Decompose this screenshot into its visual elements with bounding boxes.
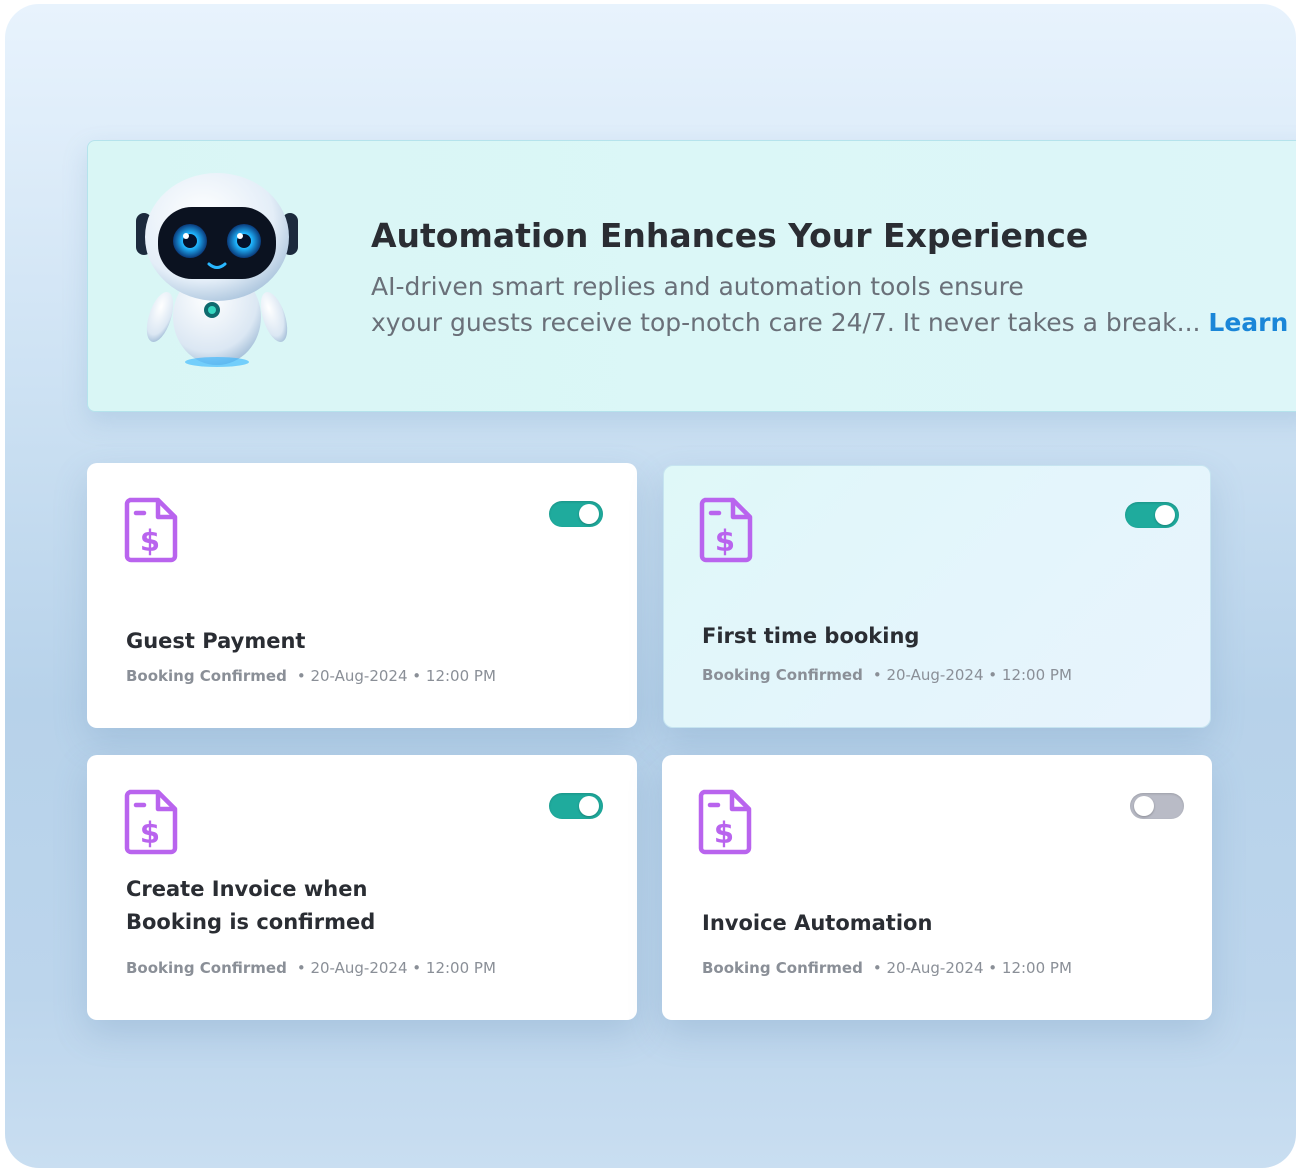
card-toggle[interactable] — [549, 501, 603, 527]
banner-description-text: xyour guests receive top-notch care 24/7… — [371, 308, 1201, 337]
svg-text:$: $ — [140, 524, 160, 558]
svg-text:$: $ — [715, 524, 735, 558]
automation-card-create-invoice[interactable]: $ Create Invoice when Booking is confirm… — [87, 755, 637, 1020]
automation-banner: Automation Enhances Your Experience AI-d… — [87, 140, 1296, 412]
card-toggle[interactable] — [549, 793, 603, 819]
banner-description-line-1: AI-driven smart replies and automation t… — [371, 272, 1024, 301]
invoice-dollar-icon: $ — [698, 789, 752, 855]
card-datetime: • 20-Aug-2024 • 12:00 PM — [872, 959, 1072, 977]
card-title: Create Invoice when Booking is confirmed — [126, 873, 375, 939]
robot-mascot-icon — [136, 173, 298, 367]
card-title: First time booking — [702, 624, 920, 648]
card-status: Booking Confirmed — [702, 959, 863, 977]
invoice-dollar-icon: $ — [124, 789, 178, 855]
app-frame: Automation Enhances Your Experience AI-d… — [5, 4, 1296, 1168]
automation-card-first-time-booking[interactable]: $ First time booking Booking Confirmed • … — [663, 465, 1211, 728]
toggle-knob — [579, 796, 599, 816]
svg-text:$: $ — [714, 816, 734, 850]
automation-card-invoice-automation[interactable]: $ Invoice Automation Booking Confirmed • … — [662, 755, 1212, 1020]
card-toggle[interactable] — [1130, 793, 1184, 819]
card-meta: Booking Confirmed • 20-Aug-2024 • 12:00 P… — [126, 959, 496, 977]
card-toggle[interactable] — [1125, 502, 1179, 528]
card-title: Invoice Automation — [702, 911, 933, 935]
banner-title: Automation Enhances Your Experience — [371, 216, 1089, 255]
card-title-line-2: Booking is confirmed — [126, 910, 376, 934]
toggle-knob — [1155, 505, 1175, 525]
card-meta: Booking Confirmed • 20-Aug-2024 • 12:00 P… — [126, 667, 496, 685]
learn-more-link[interactable]: Learn More — [1208, 308, 1296, 337]
card-title-line-1: Create Invoice when — [126, 877, 368, 901]
card-status: Booking Confirmed — [126, 667, 287, 685]
svg-text:$: $ — [140, 816, 160, 850]
card-title: Guest Payment — [126, 629, 306, 653]
toggle-knob — [579, 504, 599, 524]
banner-description-line-2: xyour guests receive top-notch care 24/7… — [371, 305, 1296, 341]
card-status: Booking Confirmed — [702, 666, 863, 684]
invoice-dollar-icon: $ — [124, 497, 178, 563]
automation-card-guest-payment[interactable]: $ Guest Payment Booking Confirmed • 20-Au… — [87, 463, 637, 728]
toggle-knob — [1134, 796, 1154, 816]
card-meta: Booking Confirmed • 20-Aug-2024 • 12:00 P… — [702, 666, 1072, 684]
card-datetime: • 20-Aug-2024 • 12:00 PM — [296, 667, 496, 685]
card-datetime: • 20-Aug-2024 • 12:00 PM — [872, 666, 1072, 684]
card-status: Booking Confirmed — [126, 959, 287, 977]
card-datetime: • 20-Aug-2024 • 12:00 PM — [296, 959, 496, 977]
card-meta: Booking Confirmed • 20-Aug-2024 • 12:00 P… — [702, 959, 1072, 977]
banner-description: AI-driven smart replies and automation t… — [371, 269, 1296, 341]
invoice-dollar-icon: $ — [699, 497, 753, 563]
